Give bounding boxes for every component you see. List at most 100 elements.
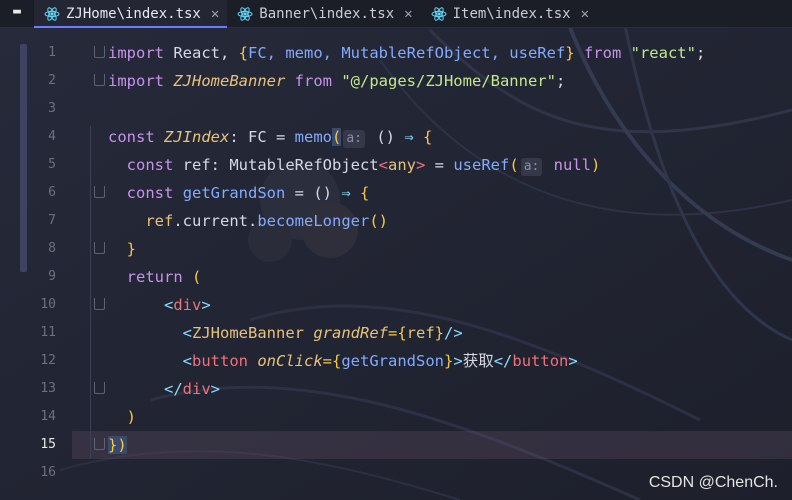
line-number-gutter: 1 2 3 4 5 6 7 8 9 10 11 12 13 14 15 16 xyxy=(0,39,72,487)
line-number: 9 xyxy=(48,269,56,284)
menu-icon[interactable]: ▬ xyxy=(0,0,34,27)
token: ZJHomeBanner xyxy=(192,324,304,342)
line-number: 2 xyxy=(48,73,56,88)
inlay-hint: a: xyxy=(343,130,365,148)
line-number: 13 xyxy=(40,381,56,396)
token: ={ xyxy=(387,324,407,342)
token: > xyxy=(210,380,221,398)
tab-banner-index[interactable]: Banner\index.tsx ✕ xyxy=(227,0,420,27)
line-number: 14 xyxy=(40,409,56,424)
editor-tab-bar: ▬ ZJHome\index.tsx ✕ Banner\index.tsx ✕ … xyxy=(0,0,792,28)
token: ) xyxy=(591,156,601,174)
token: button xyxy=(512,352,569,370)
code-line-12: <button onClick={getGrandSon}>获取</button… xyxy=(108,347,792,375)
token: becomeLonger xyxy=(257,212,370,230)
fold-marker-icon[interactable] xyxy=(94,186,105,198)
tab-label: Item\index.tsx xyxy=(452,5,571,22)
code-line-4: const ZJIndex: FC = memo(a: () ⇒ { xyxy=(108,123,792,151)
code-line-11: <ZJHomeBanner grandRef={ref}/> xyxy=(108,319,792,347)
token: const xyxy=(126,184,174,202)
tab-item-index[interactable]: Item\index.tsx ✕ xyxy=(421,0,597,27)
token: const xyxy=(108,128,155,146)
close-icon[interactable]: ✕ xyxy=(404,6,412,22)
tab-label: ZJHome\index.tsx xyxy=(66,5,201,22)
line-number: 12 xyxy=(40,353,56,368)
code-line-8: } xyxy=(108,235,792,263)
token: = xyxy=(425,156,454,174)
token: useRef xyxy=(453,156,510,174)
token: { xyxy=(238,44,248,62)
token: getGrandSon xyxy=(341,352,444,370)
token: ⇒ xyxy=(404,128,414,146)
react-icon xyxy=(431,6,447,21)
line-number-current: 15 xyxy=(40,437,56,452)
token: { xyxy=(350,184,370,202)
code-line-10: <div> xyxy=(108,291,792,319)
token: /> xyxy=(444,324,463,342)
inlay-hint: a: xyxy=(520,158,543,176)
token: "@/pages/ZJHome/Banner" xyxy=(341,72,556,90)
code-line-13: </div> xyxy=(108,375,792,403)
code-line-2: import ZJHomeBanner from "@/pages/ZJHome… xyxy=(108,67,792,95)
token: memo xyxy=(294,128,332,146)
line-number: 16 xyxy=(40,465,56,480)
token: < xyxy=(182,324,192,342)
fold-marker-icon[interactable] xyxy=(94,298,105,310)
fold-marker-icon[interactable] xyxy=(94,74,105,86)
token: } xyxy=(444,352,454,370)
code-line-9: return ( xyxy=(108,263,792,291)
token: : FC = xyxy=(229,128,295,146)
fold-marker-icon[interactable] xyxy=(94,438,105,450)
line-number: 3 xyxy=(48,101,56,116)
token: div xyxy=(182,380,211,398)
line-number: 8 xyxy=(48,241,56,256)
token: ; xyxy=(695,44,706,62)
token: ) xyxy=(126,408,137,426)
token: } xyxy=(565,44,575,62)
token: button xyxy=(192,352,248,370)
line-number: 6 xyxy=(48,185,56,200)
code-line-15: }) xyxy=(108,431,792,459)
token: > xyxy=(416,156,426,174)
code-line-5: const ref: MutableRefObject<any> = useRe… xyxy=(108,151,792,179)
token: ( xyxy=(182,268,202,286)
token: < xyxy=(182,352,192,370)
token: ZJIndex xyxy=(164,128,230,146)
tab-zjhome-index[interactable]: ZJHome\index.tsx ✕ xyxy=(34,0,228,28)
token: } xyxy=(126,240,137,258)
close-icon[interactable]: ✕ xyxy=(581,6,589,22)
token: FC, memo, MutableRefObject, useRef xyxy=(248,44,566,62)
token: ={ xyxy=(322,352,342,370)
token: const xyxy=(126,156,174,174)
token: React, xyxy=(164,44,239,62)
token: ; xyxy=(555,72,566,90)
token: null xyxy=(544,156,592,174)
token: { xyxy=(413,128,433,146)
token: </ xyxy=(164,380,183,398)
token: any xyxy=(388,156,416,174)
token: ⇒ xyxy=(341,184,351,202)
line-number: 10 xyxy=(40,297,56,312)
token: from xyxy=(285,72,342,90)
indent-guide xyxy=(90,126,91,458)
code-line-1: import React, {FC, memo, MutableRefObjec… xyxy=(108,39,792,67)
token: </ xyxy=(493,352,513,370)
token: < xyxy=(164,296,174,314)
fold-marker-icon[interactable] xyxy=(94,46,105,58)
token: import xyxy=(108,72,164,90)
line-number: 1 xyxy=(48,45,56,60)
token: return xyxy=(126,268,183,286)
line-number: 7 xyxy=(48,213,56,228)
fold-marker-icon[interactable] xyxy=(94,242,105,254)
fold-marker-icon[interactable] xyxy=(94,382,105,394)
code-editor[interactable]: import React, {FC, memo, MutableRefObjec… xyxy=(108,39,792,487)
token: = () xyxy=(285,184,342,202)
close-icon[interactable]: ✕ xyxy=(211,6,219,22)
token: grandRef xyxy=(313,324,388,342)
token: ref xyxy=(145,212,174,230)
